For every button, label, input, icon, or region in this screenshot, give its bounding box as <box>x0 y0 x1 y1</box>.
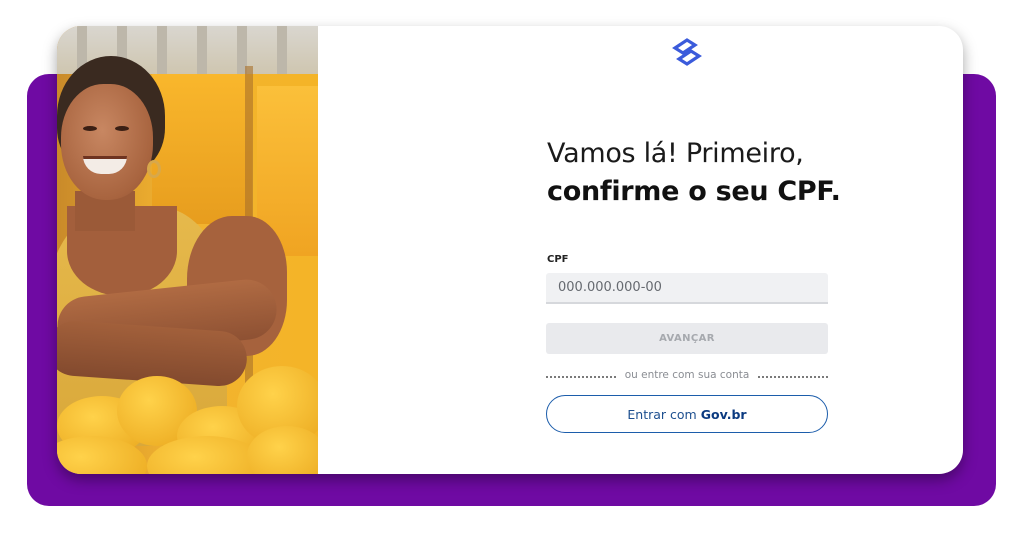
divider-right <box>758 376 828 378</box>
cpf-input[interactable] <box>546 273 828 304</box>
divider-text: ou entre com sua conta <box>624 369 750 381</box>
bananas <box>57 366 318 474</box>
divider-left <box>546 376 616 378</box>
page-title-line1: Vamos lá! Primeiro, <box>547 138 804 169</box>
cpf-label: CPF <box>547 254 569 265</box>
gov-brand-label: Gov.br <box>700 406 747 422</box>
hero-photo <box>57 26 318 474</box>
gov-button-prefix: Entrar com <box>627 406 697 422</box>
gov-br-login-button[interactable]: Entrar com Gov.br <box>546 395 828 433</box>
person-face <box>61 84 153 200</box>
login-card: Vamos lá! Primeiro, confirme o seu CPF. … <box>57 26 963 474</box>
bank-logo-icon <box>672 38 702 66</box>
page-title-line2: confirme o seu CPF. <box>547 176 841 207</box>
advance-button[interactable]: AVANÇAR <box>546 323 828 354</box>
